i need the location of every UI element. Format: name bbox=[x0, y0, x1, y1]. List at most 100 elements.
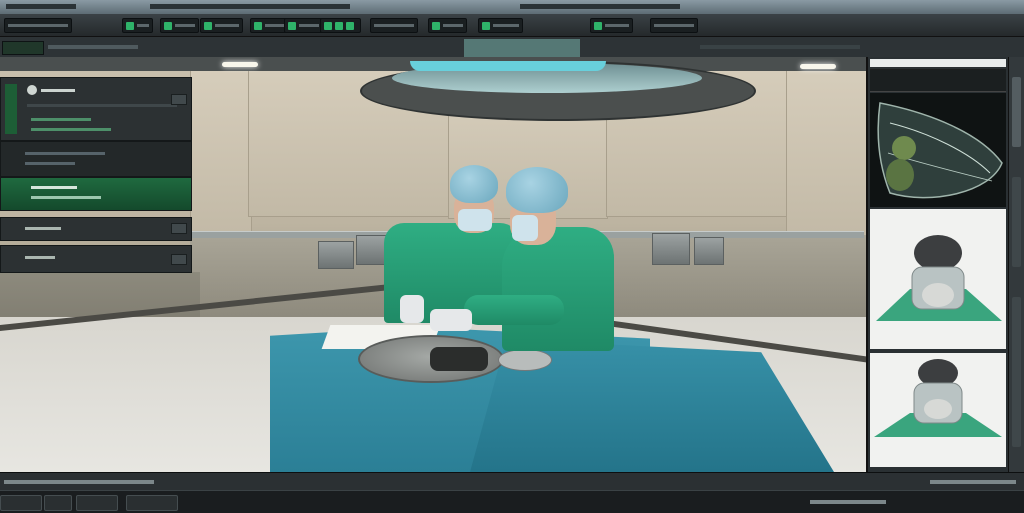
panel-section-highlighted[interactable] bbox=[0, 177, 192, 211]
status-bar bbox=[0, 490, 1024, 513]
eye-scan-image bbox=[870, 93, 1006, 207]
wall-outlet bbox=[318, 241, 354, 269]
panel-text-placeholder bbox=[25, 162, 75, 165]
toolbar-button[interactable] bbox=[4, 18, 72, 33]
panel-text-placeholder bbox=[31, 196, 101, 199]
panel-side-strip bbox=[5, 84, 17, 134]
wall-outlet bbox=[652, 233, 690, 265]
scrollbar-track-segment bbox=[1012, 297, 1021, 447]
wall-panel bbox=[190, 69, 252, 241]
panel-button[interactable] bbox=[171, 94, 187, 105]
panel-text-placeholder bbox=[41, 89, 75, 92]
line-icon bbox=[654, 24, 694, 27]
timeline-bar bbox=[0, 472, 1024, 491]
toolbar-button[interactable] bbox=[428, 18, 467, 33]
scrollbar-track-segment bbox=[1012, 177, 1021, 267]
title-placeholder bbox=[520, 4, 680, 9]
panel-button[interactable] bbox=[171, 254, 187, 265]
green-square-icon bbox=[482, 21, 490, 30]
thumbnail-surgeon-1[interactable] bbox=[870, 209, 1006, 349]
status-button[interactable] bbox=[44, 495, 72, 511]
thumbnail-surgeon-2[interactable] bbox=[870, 353, 1006, 467]
panel-subheader bbox=[870, 69, 1006, 92]
panel-text-placeholder bbox=[31, 128, 111, 131]
toolbar-button[interactable] bbox=[650, 18, 698, 33]
right-scrollbar[interactable] bbox=[1008, 57, 1024, 472]
timeline-text-placeholder bbox=[4, 480, 154, 484]
toolbar-button[interactable] bbox=[160, 18, 199, 33]
panel-text-placeholder bbox=[25, 227, 61, 230]
toolbar-button[interactable] bbox=[478, 18, 523, 33]
surgeon-arm bbox=[464, 295, 564, 325]
toolbar-button[interactable] bbox=[590, 18, 633, 33]
wall-panel bbox=[786, 69, 866, 241]
surgeon-glove bbox=[400, 295, 424, 323]
status-button[interactable] bbox=[76, 495, 118, 511]
line-icon bbox=[374, 24, 414, 27]
green-square-icon bbox=[204, 21, 212, 30]
surgical-light-glow bbox=[410, 61, 606, 71]
line-icon bbox=[493, 24, 519, 27]
panel-text-placeholder bbox=[31, 118, 91, 121]
sub-toolbar-strip bbox=[700, 45, 860, 49]
surgeon-cap bbox=[506, 167, 568, 213]
status-button[interactable] bbox=[126, 495, 178, 511]
viewport-header-strip bbox=[464, 39, 580, 57]
green-square-icon bbox=[254, 21, 262, 30]
toolbar-button[interactable] bbox=[122, 18, 153, 33]
line-icon bbox=[8, 24, 68, 27]
line-icon bbox=[605, 24, 629, 27]
scrollbar-knob[interactable] bbox=[1012, 77, 1021, 147]
surgeon-mask bbox=[512, 215, 538, 241]
green-square-icon bbox=[288, 21, 296, 30]
panel-header bbox=[870, 59, 1006, 67]
line-icon bbox=[215, 24, 239, 27]
timeline-text-placeholder bbox=[930, 480, 1016, 484]
tab-label-placeholder bbox=[48, 45, 138, 49]
surgeon-helmet-image bbox=[870, 353, 1006, 467]
tab-chip[interactable] bbox=[2, 41, 44, 55]
title-placeholder bbox=[150, 4, 350, 9]
green-square-icon bbox=[164, 21, 172, 30]
ceiling-light bbox=[222, 62, 258, 67]
green-square-icon bbox=[594, 21, 602, 30]
toolbar-button[interactable] bbox=[320, 18, 361, 33]
title-bar bbox=[0, 0, 1024, 15]
ceiling-light bbox=[800, 64, 836, 69]
line-icon bbox=[299, 24, 319, 27]
toolbar-button[interactable] bbox=[284, 18, 323, 33]
panel-text-placeholder bbox=[25, 152, 105, 155]
status-text-placeholder bbox=[810, 500, 886, 504]
panel-text-placeholder bbox=[25, 256, 55, 259]
panel-section bbox=[0, 245, 192, 273]
right-thumbnail-panel bbox=[866, 57, 1010, 472]
toolbar-button[interactable] bbox=[370, 18, 418, 33]
line-icon bbox=[175, 24, 195, 27]
panel-section bbox=[0, 141, 192, 177]
line-icon bbox=[443, 24, 463, 27]
panel-text-placeholder bbox=[27, 104, 177, 107]
green-square-icon bbox=[346, 21, 354, 30]
panel-section bbox=[0, 217, 192, 241]
green-square-icon bbox=[432, 21, 440, 30]
status-button[interactable] bbox=[0, 495, 42, 511]
toolbar-button[interactable] bbox=[200, 18, 243, 33]
wall-outlet bbox=[694, 237, 724, 265]
green-square-icon bbox=[335, 21, 343, 30]
surgeon-gown bbox=[502, 227, 614, 351]
left-overlay-panel bbox=[0, 75, 192, 275]
thumbnail-eye-scan[interactable] bbox=[870, 93, 1006, 207]
panel-section bbox=[0, 77, 192, 141]
toolbar bbox=[0, 14, 1024, 37]
surgeon-helmet-image bbox=[870, 209, 1006, 349]
surgeon-right bbox=[430, 165, 620, 355]
green-square-icon bbox=[126, 21, 134, 30]
line-icon bbox=[265, 24, 285, 27]
panel-button[interactable] bbox=[171, 223, 187, 234]
line-icon bbox=[137, 24, 149, 27]
panel-text-placeholder bbox=[31, 186, 77, 189]
title-placeholder bbox=[6, 4, 76, 9]
sub-toolbar bbox=[0, 37, 1024, 58]
green-square-icon bbox=[324, 21, 332, 30]
surgeon-glove bbox=[430, 309, 472, 331]
